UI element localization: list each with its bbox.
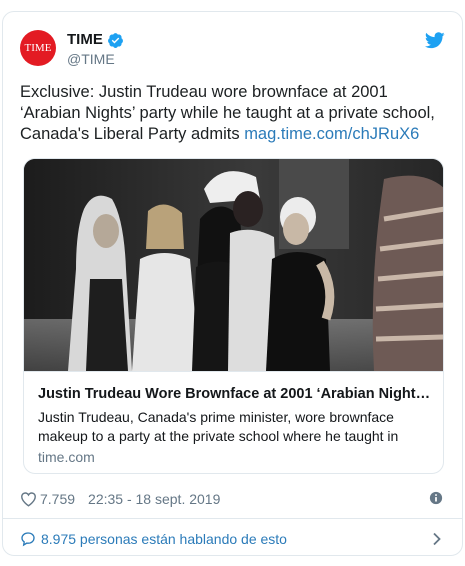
conversation-link[interactable]: 8.975 personas están hablando de esto — [20, 528, 445, 550]
chevron-right-icon[interactable] — [432, 532, 442, 546]
card-photo[interactable] — [24, 159, 444, 371]
heart-icon[interactable] — [20, 491, 37, 507]
display-name[interactable]: TIME — [67, 31, 103, 49]
card-body[interactable]: Justin Trudeau Wore Brownface at 2001 ‘A… — [24, 371, 443, 473]
tweet-header: TIME TIME @TIME — [20, 30, 445, 70]
timestamp[interactable]: 22:35 - 18 sept. 2019 — [88, 491, 220, 507]
info-icon[interactable] — [429, 491, 443, 505]
card-description: Justin Trudeau, Canada's prime minister,… — [38, 409, 399, 444]
link-card[interactable]: Justin Trudeau Wore Brownface at 2001 ‘A… — [23, 158, 444, 474]
avatar[interactable]: TIME — [20, 30, 56, 66]
divider — [3, 518, 462, 519]
avatar-text: TIME — [24, 42, 52, 54]
tweet-meta: 7.759 22:35 - 18 sept. 2019 — [20, 489, 445, 509]
verified-badge-icon — [107, 32, 123, 48]
conversation-count[interactable]: 8.975 personas están hablando de esto — [41, 531, 287, 547]
tweet-link[interactable]: mag.time.com/chJRuX6 — [244, 125, 419, 143]
twitter-bird-icon[interactable] — [425, 32, 445, 49]
embedded-tweet: TIME TIME @TIME Exclusive: Justin Trudea… — [2, 11, 463, 556]
author-names[interactable]: TIME @TIME — [67, 31, 124, 68]
card-title[interactable]: Justin Trudeau Wore Brownface at 2001 ‘A… — [38, 385, 433, 403]
tweet-text: Exclusive: Justin Trudeau wore brownface… — [20, 82, 450, 145]
like-count[interactable]: 7.759 — [40, 491, 75, 507]
card-domain: time.com — [38, 449, 95, 465]
handle[interactable]: @TIME — [67, 50, 124, 68]
speech-bubble-icon — [21, 532, 35, 547]
